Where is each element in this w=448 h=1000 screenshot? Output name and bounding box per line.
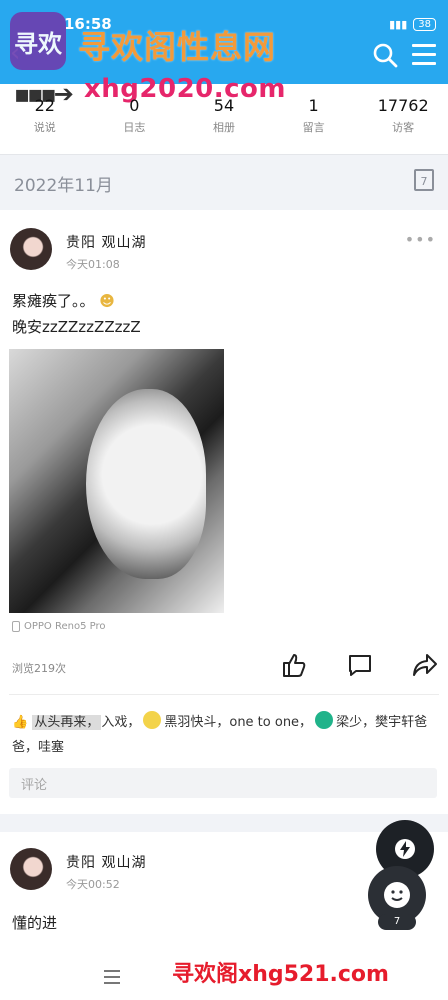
search-icon[interactable] bbox=[372, 42, 398, 68]
vip-badge-icon bbox=[143, 711, 162, 729]
menu-lines-icon[interactable] bbox=[104, 970, 120, 988]
post-text: 累瘫痪了。。 ☻ 晚安zzZZzzZZzzZ bbox=[12, 288, 141, 340]
post-time: 今天01:08 bbox=[66, 258, 120, 271]
calendar-icon[interactable]: 7 bbox=[414, 169, 434, 191]
avatar[interactable] bbox=[10, 228, 52, 270]
post-photo[interactable] bbox=[9, 349, 224, 613]
post-author[interactable]: 贵阳 观山湖 bbox=[66, 232, 146, 252]
refresh-badge-icon bbox=[315, 711, 334, 729]
stat-rizhi[interactable]: 0 日志 bbox=[90, 96, 180, 140]
month-label: 2022年11月 bbox=[14, 176, 113, 196]
liker-name[interactable]: 从头再来， bbox=[32, 715, 102, 730]
liker-name[interactable]: 入戏， bbox=[101, 715, 140, 730]
stat-num: 54 bbox=[213, 96, 235, 115]
share-icon[interactable] bbox=[412, 652, 438, 678]
stat-label: 日志 bbox=[123, 121, 146, 134]
section-divider bbox=[0, 814, 448, 832]
comment-input[interactable]: 评论 bbox=[9, 768, 437, 798]
view-count: 浏览219次 bbox=[12, 662, 66, 675]
device-info: OPPO Reno5 Pro bbox=[12, 621, 106, 632]
signal-icon: ▮▮▮ bbox=[389, 17, 408, 31]
status-icons: ▮▮▮ 38 bbox=[389, 17, 436, 31]
stat-shuoshuo[interactable]: 22 说说 bbox=[0, 96, 90, 140]
phone-icon bbox=[12, 621, 20, 632]
device-name: OPPO Reno5 Pro bbox=[24, 621, 106, 632]
month-header: 2022年11月 7 bbox=[0, 154, 448, 210]
footer-watermark: 寻欢阁xhg521.com bbox=[172, 962, 389, 987]
stat-liuyan[interactable]: 1 留言 bbox=[269, 96, 359, 140]
like-icon[interactable] bbox=[281, 652, 307, 678]
comment-icon[interactable] bbox=[347, 652, 373, 678]
sleepy-emoji-icon: ☻ bbox=[94, 292, 115, 310]
post-line-2: 晚安zzZZzzZZzzZ bbox=[12, 318, 141, 336]
more-icon[interactable]: ••• bbox=[405, 230, 436, 249]
battery-icon: 38 bbox=[413, 17, 436, 31]
stat-num: 22 bbox=[34, 96, 55, 115]
stat-num: 1 bbox=[308, 96, 319, 115]
stat-label: 相册 bbox=[212, 121, 235, 134]
post-line-1: 累瘫痪了。。 bbox=[12, 292, 95, 310]
profile-stats: 22 说说 0 日志 54 相册 1 留言 17762 访客 bbox=[0, 96, 448, 140]
site-logo: 寻欢 bbox=[10, 12, 66, 70]
notification-count: 7 bbox=[378, 914, 416, 930]
thumb-icon: 👍 bbox=[12, 715, 29, 730]
photo-subject bbox=[86, 389, 206, 579]
stat-num: 17762 bbox=[377, 96, 429, 115]
stat-num: 0 bbox=[129, 96, 140, 115]
post-author[interactable]: 贵阳 观山湖 bbox=[66, 852, 146, 872]
likes-list: 👍 从头再来， 入戏， 黑羽快斗，one to one， 梁少，樊宇轩爸爸，哇塞 bbox=[12, 710, 436, 760]
menu-icon[interactable] bbox=[412, 44, 436, 66]
stat-fangke[interactable]: 17762 访客 bbox=[358, 96, 448, 140]
stat-xiangce[interactable]: 54 相册 bbox=[179, 96, 269, 140]
avatar[interactable] bbox=[10, 848, 52, 890]
post-text: 懂的进 bbox=[12, 914, 58, 932]
stat-label: 访客 bbox=[392, 121, 415, 134]
site-name-watermark: 寻欢阁性息网 bbox=[78, 28, 277, 66]
stat-label: 留言 bbox=[302, 121, 325, 134]
post-time: 今天00:52 bbox=[66, 878, 120, 891]
stat-label: 说说 bbox=[33, 121, 56, 134]
smiley-icon bbox=[384, 882, 410, 908]
top-bar: 16:58 ▮▮▮ 38 ‹ 寻欢 寻欢阁性息网 bbox=[0, 0, 448, 84]
liker-name[interactable]: 黑羽快斗，one to one， bbox=[164, 715, 312, 730]
divider bbox=[9, 694, 439, 695]
lightning-icon bbox=[395, 839, 415, 859]
